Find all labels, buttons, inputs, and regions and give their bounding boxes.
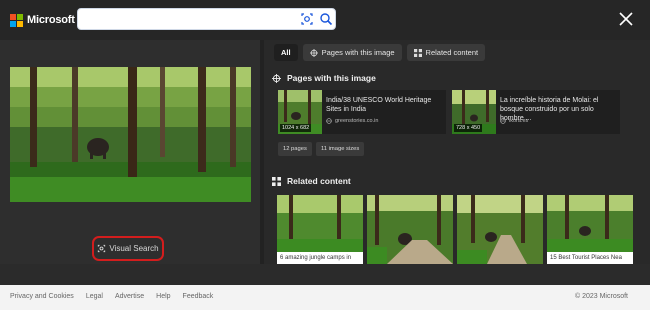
page-thumbnail: 728 x 450 [452,90,496,134]
image-dimensions: 728 x 450 [454,124,483,132]
related-section-title: Related content [272,176,351,186]
page-domain: ikora.es [500,118,528,124]
tab-all[interactable]: All [274,44,298,61]
footer-link-feedback[interactable]: Feedback [183,293,214,300]
tab-related-content[interactable]: Related content [406,44,486,61]
visual-search-icon[interactable] [300,12,314,26]
main-image[interactable] [10,67,251,202]
tab-label: All [281,48,291,57]
footer: Privacy and Cookies Legal Advertise Help… [0,285,650,310]
visual-search-icon [98,244,106,253]
related-item[interactable] [457,195,543,264]
visual-search-button[interactable]: Visual Search [92,236,164,261]
details-pane: All Pages with this image Related conten… [264,40,650,264]
page-domain: greenstories.co.in [326,118,378,124]
grid-icon [272,176,281,186]
related-item[interactable] [367,195,453,264]
footer-link-privacy[interactable]: Privacy and Cookies [10,293,74,300]
tab-label: Pages with this image [321,48,395,57]
footer-links: Privacy and Cookies Legal Advertise Help… [10,293,225,300]
tab-label: Related content [425,48,479,57]
footer-link-help[interactable]: Help [156,293,170,300]
top-bar: Microsoft Bing [0,0,650,40]
page-card[interactable]: 728 x 450 La increíble historia de Molai… [452,90,620,134]
tab-pages-with-this-image[interactable]: Pages with this image [302,44,402,61]
related-item[interactable]: 15 Best Tourist Places Nea [547,195,633,264]
copyright: © 2023 Microsoft [574,293,628,300]
pages-icon [309,48,318,57]
search-box[interactable] [77,8,336,30]
microsoft-logo-icon [10,13,23,27]
tab-bar: All Pages with this image Related conten… [274,44,490,61]
image-sizes-chip[interactable]: 11 image sizes [316,142,365,156]
page-thumbnail: 1024 x 682 [278,90,322,134]
related-caption: 6 amazing jungle camps in [277,252,363,264]
bottom-band [0,264,650,285]
grid-icon [413,48,422,57]
image-viewer: Visual Search [0,40,263,264]
footer-link-legal[interactable]: Legal [86,293,103,300]
pages-icon [272,73,281,83]
globe-icon [500,118,506,124]
visual-search-label: Visual Search [109,244,159,253]
search-icon[interactable] [319,12,333,26]
pages-count-chip[interactable]: 12 pages [278,142,312,156]
related-item[interactable]: 6 amazing jungle camps in [277,195,363,264]
related-caption: 15 Best Tourist Places Nea [547,252,633,264]
image-dimensions: 1024 x 682 [280,124,312,132]
page-card[interactable]: 1024 x 682 India/38 UNESCO World Heritag… [278,90,446,134]
page-title-link[interactable]: India/38 UNESCO World Heritage Sites in … [326,96,442,114]
pages-section-title: Pages with this image [272,73,376,83]
globe-icon [326,118,332,124]
footer-link-advertise[interactable]: Advertise [115,293,144,300]
search-input[interactable] [84,12,294,27]
close-icon[interactable] [617,10,635,28]
